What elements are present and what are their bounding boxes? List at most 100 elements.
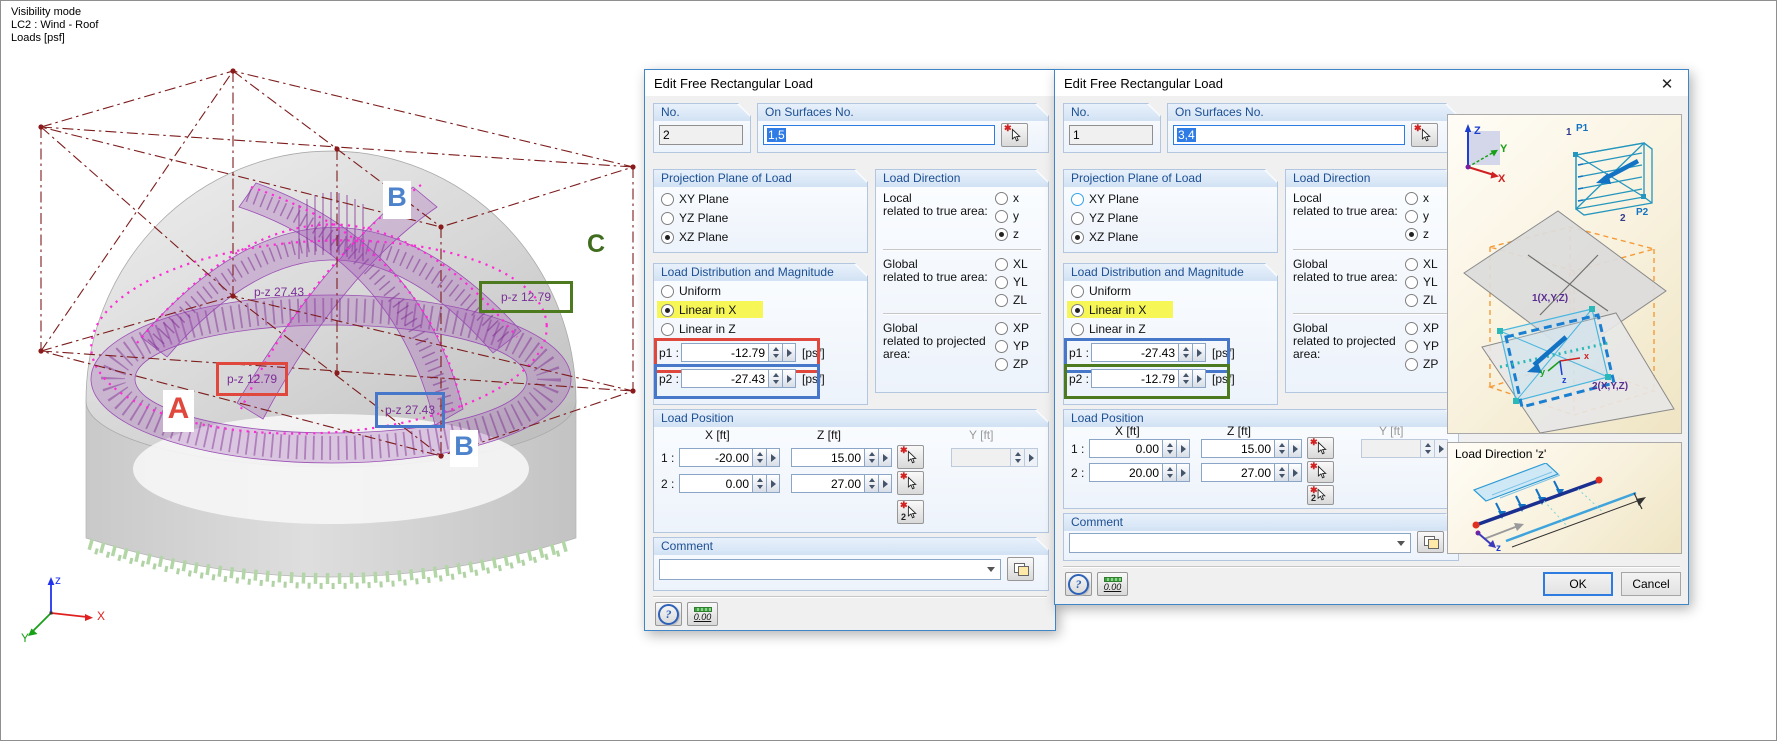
x2-spinner[interactable] (1163, 463, 1177, 482)
radio-dir-z[interactable]: z (995, 227, 1019, 241)
z2-detail-button[interactable] (1289, 463, 1302, 482)
p2-detail-button[interactable] (1193, 369, 1206, 388)
x1-spinner[interactable] (753, 448, 767, 467)
radio-yz-plane[interactable]: YZ Plane (1071, 211, 1138, 225)
z2-spinner[interactable] (865, 474, 879, 493)
radio-dir-xl[interactable]: XL (995, 257, 1028, 271)
cancel-button[interactable]: Cancel (1621, 572, 1681, 596)
radio-dir-y[interactable]: y (995, 209, 1019, 223)
radio-xy-plane[interactable]: XY Plane (1071, 192, 1139, 206)
radio-icon (1071, 192, 1084, 206)
radio-linear-in-x[interactable]: Linear in X (1071, 303, 1146, 317)
position-x1-input[interactable]: 0.00 (1089, 439, 1163, 458)
position-z1-input[interactable]: 15.00 (1201, 439, 1275, 458)
position-pick-two-points-button[interactable]: ✱ 2 (1307, 485, 1334, 505)
radio-dir-zl[interactable]: ZL (995, 293, 1027, 307)
radio-dir-zp[interactable]: ZP (1405, 357, 1438, 371)
position-col-y: Y [ft] (1379, 424, 1404, 438)
help-button[interactable]: ? (655, 602, 682, 626)
surfaces-pick-button[interactable]: ✱ (1411, 123, 1438, 147)
surfaces-pick-button[interactable]: ✱ (1001, 123, 1028, 147)
radio-icon (1405, 321, 1418, 335)
x1-spinner[interactable] (1163, 439, 1177, 458)
p1-detail-button[interactable] (783, 343, 796, 362)
radio-dir-yl[interactable]: YL (1405, 275, 1438, 289)
position-row1-pick-button[interactable]: ✱ (897, 445, 924, 469)
z1-spinner[interactable] (1275, 439, 1289, 458)
radio-dir-y[interactable]: y (1405, 209, 1429, 223)
radio-uniform[interactable]: Uniform (661, 284, 721, 298)
direction-global-sub: related to true area: (883, 270, 988, 284)
p2-input[interactable]: -27.43 (681, 369, 769, 388)
comment-combobox[interactable] (659, 559, 1001, 580)
radio-dir-yp[interactable]: YP (995, 339, 1029, 353)
radio-linear-in-z[interactable]: Linear in Z (1071, 322, 1146, 336)
position-z2-input[interactable]: 27.00 (1201, 463, 1275, 482)
position-z1-input[interactable]: 15.00 (791, 448, 865, 467)
radio-dir-z[interactable]: z (1405, 227, 1429, 241)
p1-input[interactable]: -12.79 (681, 343, 769, 362)
p1-input[interactable]: -27.43 (1091, 343, 1179, 362)
radio-label: YZ Plane (679, 211, 729, 225)
surface-marker-b-bottom: B (450, 430, 478, 467)
p2-spinner[interactable] (769, 369, 783, 388)
radio-dir-zl[interactable]: ZL (1405, 293, 1437, 307)
position-pick-two-points-button[interactable]: ✱ 2 (897, 500, 924, 524)
radio-xz-plane[interactable]: XZ Plane (1071, 230, 1138, 244)
radio-dir-xp[interactable]: XP (1405, 321, 1439, 335)
x2-detail-button[interactable] (1177, 463, 1190, 482)
surfaces-input[interactable]: 1,5 (763, 125, 995, 145)
radio-dir-xp[interactable]: XP (995, 321, 1029, 335)
no-field[interactable]: 1 (1069, 125, 1153, 145)
position-z2-input[interactable]: 27.00 (791, 474, 865, 493)
radio-yz-plane[interactable]: YZ Plane (661, 211, 728, 225)
p2-input[interactable]: -12.79 (1091, 369, 1179, 388)
p1-spinner[interactable] (769, 343, 783, 362)
radio-dir-xl[interactable]: XL (1405, 257, 1438, 271)
p1-spinner[interactable] (1179, 343, 1193, 362)
x2-spinner[interactable] (753, 474, 767, 493)
radio-xy-plane[interactable]: XY Plane (661, 192, 729, 206)
comment-templates-button[interactable] (1417, 531, 1444, 553)
x1-detail-button[interactable] (1177, 439, 1190, 458)
position-x2-input[interactable]: 20.00 (1089, 463, 1163, 482)
radio-dir-yp[interactable]: YP (1405, 339, 1439, 353)
p1-detail-button[interactable] (1193, 343, 1206, 362)
position-row1-pick-button[interactable]: ✱ (1307, 437, 1334, 459)
dialog-title-bar[interactable]: Edit Free Rectangular Load (1055, 70, 1688, 96)
close-button[interactable]: ✕ (1655, 74, 1679, 93)
radio-dir-x[interactable]: x (995, 191, 1019, 205)
units-settings-button[interactable]: 0.00 (1097, 572, 1128, 596)
radio-dir-x[interactable]: x (1405, 191, 1429, 205)
z1-spinner[interactable] (865, 448, 879, 467)
surfaces-input[interactable]: 3,4 (1173, 125, 1405, 145)
x2-detail-button[interactable] (767, 474, 780, 493)
z1-detail-button[interactable] (1289, 439, 1302, 458)
units-settings-button[interactable]: 0.00 (687, 602, 718, 626)
x1-detail-button[interactable] (767, 448, 780, 467)
radio-dir-yl[interactable]: YL (995, 275, 1028, 289)
ok-button[interactable]: OK (1543, 572, 1613, 596)
comment-templates-button[interactable] (1007, 557, 1034, 581)
position-row2-pick-button[interactable]: ✱ (897, 471, 924, 495)
comment-combobox[interactable] (1069, 533, 1411, 553)
position-x1-input[interactable]: -20.00 (679, 448, 753, 467)
z1-detail-button[interactable] (879, 448, 892, 467)
dialog-title-bar[interactable]: Edit Free Rectangular Load (645, 70, 1055, 96)
no-field[interactable]: 2 (659, 125, 743, 145)
radio-linear-in-x[interactable]: Linear in X (661, 303, 736, 317)
radio-uniform[interactable]: Uniform (1071, 284, 1131, 298)
position-x2-input[interactable]: 0.00 (679, 474, 753, 493)
radio-xz-plane[interactable]: XZ Plane (661, 230, 728, 244)
dialog-title: Edit Free Rectangular Load (654, 75, 813, 91)
z2-detail-button[interactable] (879, 474, 892, 493)
p2-detail-button[interactable] (783, 369, 796, 388)
radio-linear-in-z[interactable]: Linear in Z (661, 322, 736, 336)
illus-p2-label: P2 (1636, 207, 1649, 218)
radio-dir-zp[interactable]: ZP (995, 357, 1028, 371)
p2-spinner[interactable] (1179, 369, 1193, 388)
position-row2-pick-button[interactable]: ✱ (1307, 461, 1334, 483)
help-button[interactable]: ? (1065, 572, 1092, 596)
model-viewport[interactable] (1, 1, 646, 661)
z2-spinner[interactable] (1275, 463, 1289, 482)
